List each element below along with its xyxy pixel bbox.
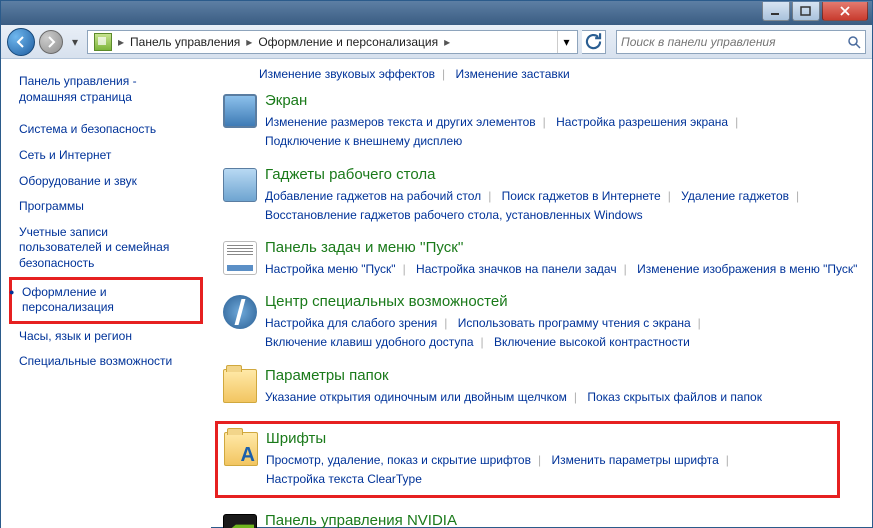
task-link[interactable]: Изменить параметры шрифта (551, 453, 718, 467)
task-link[interactable]: Изменение размеров текста и других элеме… (265, 115, 536, 129)
breadcrumb-sep: ▸ (244, 35, 254, 49)
minimize-button[interactable] (762, 2, 790, 21)
titlebar (1, 1, 872, 25)
category-title[interactable]: Гаджеты рабочего стола (265, 166, 860, 183)
control-panel-icon (94, 33, 112, 51)
fonts-icon (224, 432, 258, 466)
address-bar[interactable]: ▸ Панель управления ▸ Оформление и персо… (87, 30, 578, 54)
task-link[interactable]: Настройка разрешения экрана (556, 115, 728, 129)
task-link[interactable]: Изменение изображения в меню "Пуск" (637, 262, 857, 276)
gadgets-icon (223, 168, 257, 202)
sidebar-home-text: Панель управления - (19, 74, 137, 88)
breadcrumb[interactable]: Панель управления (126, 35, 244, 49)
category-taskbar: Панель задач и меню ''Пуск'' Настройка м… (223, 239, 860, 279)
refresh-button[interactable] (582, 30, 606, 54)
search-box[interactable] (616, 30, 866, 54)
task-link[interactable]: Удаление гаджетов (681, 189, 789, 203)
nvidia-icon (223, 514, 257, 528)
address-dropdown[interactable]: ▾ (557, 31, 575, 53)
nav-toolbar: ▾ ▸ Панель управления ▸ Оформление и пер… (1, 25, 872, 59)
breadcrumb-sep: ▸ (442, 35, 452, 49)
category-folder-options: Параметры папок Указание открытия одиноч… (223, 367, 860, 407)
category-ease-of-access: Центр специальных возможностей Настройка… (223, 293, 860, 352)
category-display: Экран Изменение размеров текста и других… (223, 92, 860, 151)
content-pane: Изменение звуковых эффектов| Изменение з… (211, 59, 872, 528)
task-link[interactable]: Включение клавиш удобного доступа (265, 335, 474, 349)
task-link[interactable]: Настройка текста ClearType (266, 472, 422, 486)
body: Панель управления - домашняя страница Си… (1, 59, 872, 528)
ease-of-access-icon (223, 295, 257, 329)
search-input[interactable] (621, 35, 847, 49)
category-title[interactable]: Экран (265, 92, 860, 109)
task-link[interactable]: Указание открытия одиночным или двойным … (265, 390, 567, 404)
sidebar-item[interactable]: Специальные возможности (9, 349, 203, 375)
category-nvidia: Панель управления NVIDIA (223, 512, 860, 528)
sidebar-item[interactable]: Оборудование и звук (9, 169, 203, 195)
category-title[interactable]: Центр специальных возможностей (265, 293, 860, 310)
category-title[interactable]: Панель задач и меню ''Пуск'' (265, 239, 860, 256)
sidebar-home-link[interactable]: Панель управления - домашняя страница (9, 73, 203, 117)
breadcrumb[interactable]: Оформление и персонализация (254, 35, 442, 49)
task-link[interactable]: Восстановление гаджетов рабочего стола, … (265, 208, 643, 222)
sidebar: Панель управления - домашняя страница Си… (1, 59, 211, 528)
category-fonts: Шрифты Просмотр, удаление, показ и скрыт… (224, 430, 831, 489)
task-link[interactable]: Изменение заставки (456, 67, 570, 81)
task-link[interactable]: Настройка для слабого зрения (265, 316, 437, 330)
maximize-button[interactable] (792, 2, 820, 21)
category-title[interactable]: Панель управления NVIDIA (265, 512, 860, 528)
task-link[interactable]: Показ скрытых файлов и папок (587, 390, 762, 404)
sidebar-item[interactable]: Учетные записи пользователей и семейная … (9, 220, 203, 277)
category-title[interactable]: Шрифты (266, 430, 831, 447)
display-icon (223, 94, 257, 128)
window: ▾ ▸ Панель управления ▸ Оформление и пер… (0, 0, 873, 528)
forward-button[interactable] (39, 30, 63, 54)
task-link[interactable]: Включение высокой контрастности (494, 335, 690, 349)
search-icon (847, 35, 861, 49)
task-link[interactable]: Поиск гаджетов в Интернете (502, 189, 661, 203)
task-link[interactable]: Использовать программу чтения с экрана (458, 316, 691, 330)
taskbar-icon (223, 241, 257, 275)
close-button[interactable] (822, 2, 868, 21)
task-link[interactable]: Добавление гаджетов на рабочий стол (265, 189, 481, 203)
sidebar-item[interactable]: Сеть и Интернет (9, 143, 203, 169)
task-link[interactable]: Настройка значков на панели задач (416, 262, 617, 276)
sidebar-home-text: домашняя страница (19, 90, 132, 104)
task-link[interactable]: Подключение к внешнему дисплею (265, 134, 462, 148)
sidebar-item[interactable]: Программы (9, 194, 203, 220)
sidebar-item[interactable]: Система и безопасность (9, 117, 203, 143)
history-dropdown[interactable]: ▾ (67, 35, 83, 49)
folder-icon (223, 369, 257, 403)
top-links: Изменение звуковых эффектов| Изменение з… (259, 65, 860, 84)
sidebar-item[interactable]: Часы, язык и регион (9, 324, 203, 350)
task-link[interactable]: Изменение звуковых эффектов (259, 67, 435, 81)
back-button[interactable] (7, 28, 35, 56)
breadcrumb-sep: ▸ (116, 35, 126, 49)
sidebar-item-active[interactable]: Оформление и персонализация (9, 277, 203, 324)
task-link[interactable]: Настройка меню "Пуск" (265, 262, 396, 276)
category-gadgets: Гаджеты рабочего стола Добавление гаджет… (223, 166, 860, 225)
category-title[interactable]: Параметры папок (265, 367, 860, 384)
highlight-fonts: Шрифты Просмотр, удаление, показ и скрыт… (215, 421, 840, 498)
sidebar-list: Система и безопасность Сеть и Интернет О… (9, 117, 203, 375)
task-link[interactable]: Просмотр, удаление, показ и скрытие шриф… (266, 453, 531, 467)
